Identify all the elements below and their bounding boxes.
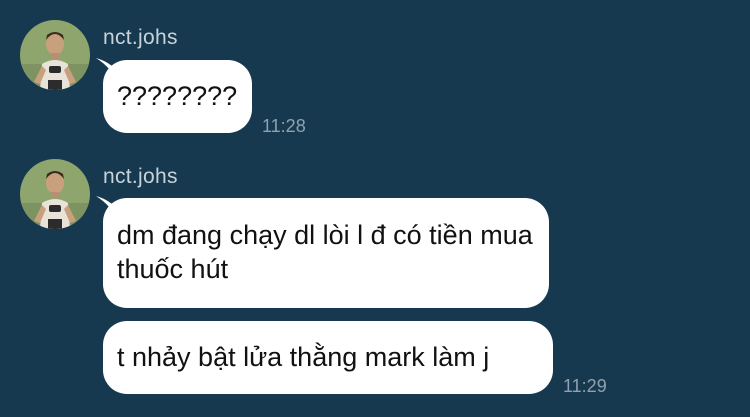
message-text: dm đang chạy dl lòi l đ có tiền mua thuố… [117,220,533,284]
sender-name: nct.johs [103,26,178,49]
message-text: t nhảy bật lửa thằng mark làm j [117,342,490,372]
sender-avatar[interactable] [20,159,90,229]
user-avatar-icon [20,20,90,90]
chat-screen: { "chat": { "messages": [ { "sender": "n… [0,0,750,417]
message-bubble[interactable]: t nhảy bật lửa thằng mark làm j [103,321,553,394]
sender-name: nct.johs [103,165,178,188]
message-bubble[interactable]: ???????? [103,60,252,133]
message-timestamp: 11:29 [563,376,607,396]
sender-avatar[interactable] [20,20,90,90]
message-timestamp: 11:28 [262,116,306,136]
message-bubble[interactable]: dm đang chạy dl lòi l đ có tiền mua thuố… [103,198,549,308]
message-text: ???????? [117,81,238,111]
user-avatar-icon [20,159,90,229]
